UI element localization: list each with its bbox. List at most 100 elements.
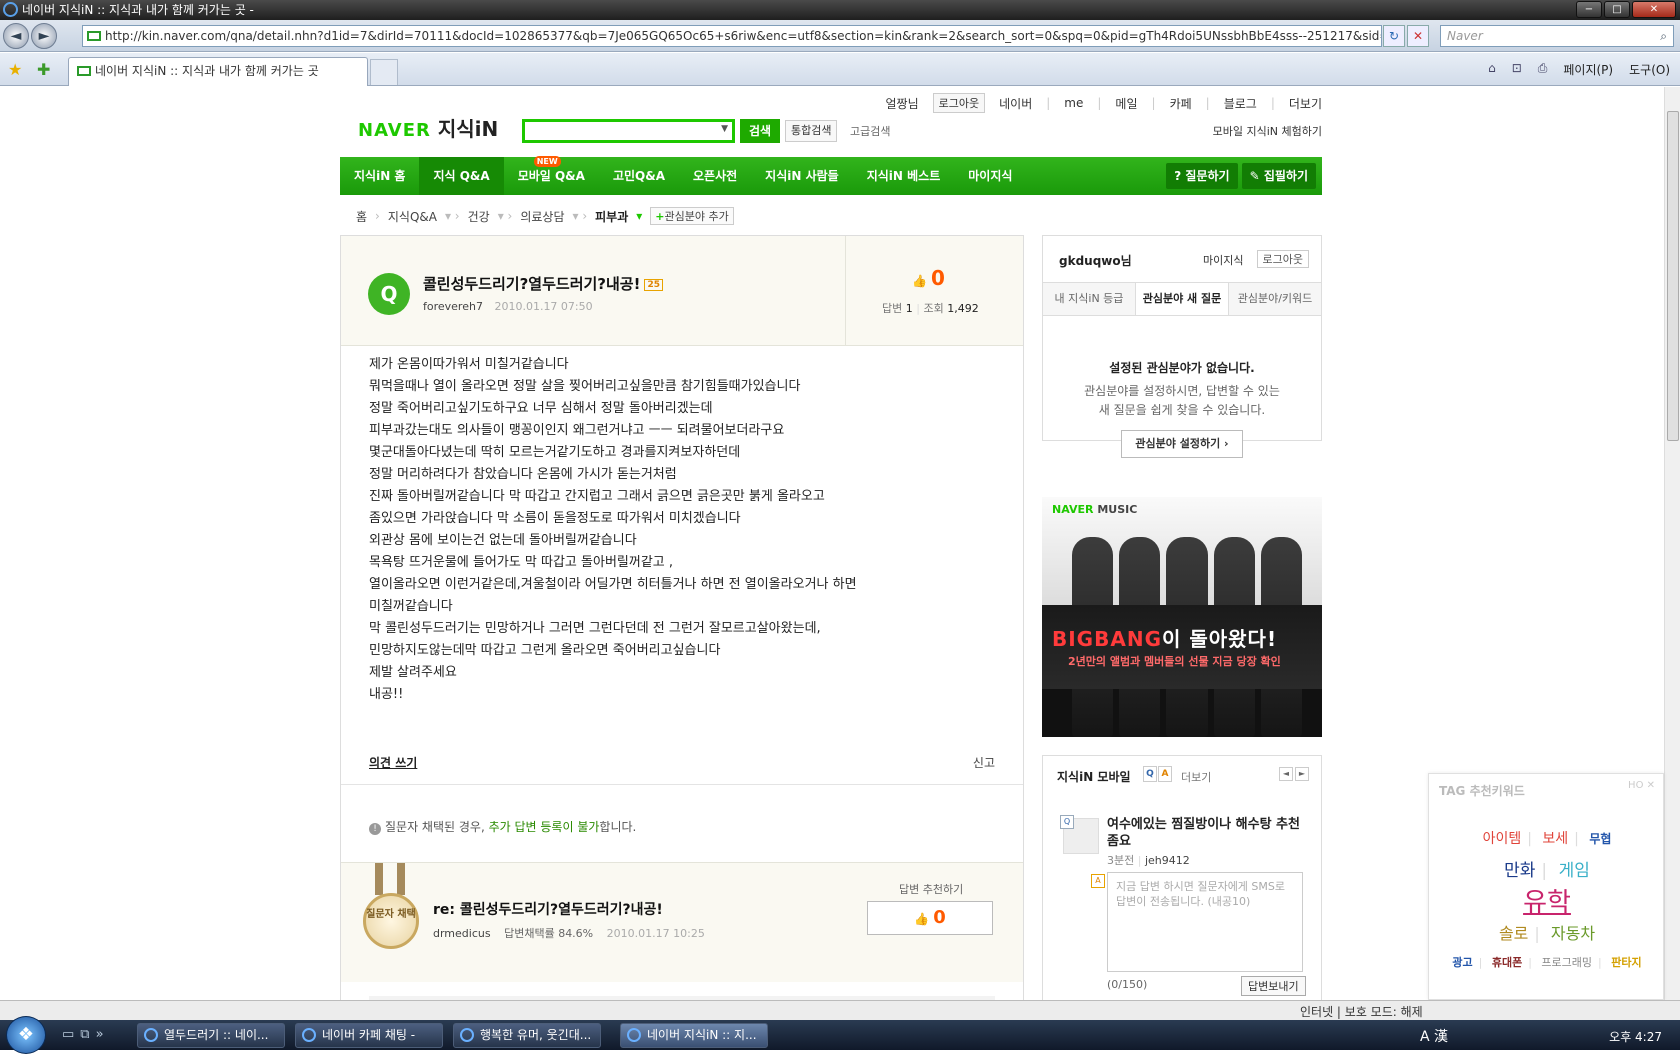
body-line: 민망하지도않는데막 따갑고 그런게 올라오면 죽어버리고싶습니다 xyxy=(369,643,721,658)
forward-button[interactable]: ► xyxy=(31,23,57,49)
tag-keyword[interactable]: 보세 xyxy=(1542,831,1568,847)
tag-keyword[interactable]: 자동차 xyxy=(1551,924,1595,943)
music-ad-banner[interactable]: NAVER MUSIC BIGBANG이 돌아왔다! 2년만의 앨범과 멤버들의… xyxy=(1042,497,1322,737)
address-bar[interactable]: http://kin.naver.com/qna/detail.nhn?d1id… xyxy=(82,25,1382,47)
total-search-button[interactable]: 통합검색 xyxy=(785,120,838,142)
menu-my-kin[interactable]: 마이지식 xyxy=(954,157,1026,195)
taskbar-item[interactable]: 열두드러기 :: 네이... xyxy=(137,1023,285,1048)
question-author[interactable]: forevereh7 xyxy=(423,300,483,313)
breadcrumb-home[interactable]: 홈 xyxy=(356,208,367,225)
mobile-more-link[interactable]: 더보기 xyxy=(1181,769,1211,785)
favorites-star-icon[interactable]: ★ xyxy=(8,60,22,79)
tab-my-grade[interactable]: 내 지식iN 등급 xyxy=(1043,283,1136,315)
tag-keyword[interactable]: 게임 xyxy=(1559,861,1590,881)
answer-author[interactable]: drmedicus xyxy=(433,927,491,940)
browser-search-input[interactable]: Naver ⌕ xyxy=(1440,25,1674,47)
breadcrumb-dermatology[interactable]: 피부과 xyxy=(595,208,628,225)
new-tab-button[interactable] xyxy=(370,59,398,85)
menu-mobile-qa[interactable]: NEW 모바일 Q&A xyxy=(504,156,599,195)
kin-search-input[interactable]: ▼ xyxy=(522,119,735,143)
add-favorite-icon[interactable]: ✚ xyxy=(37,60,50,79)
clock[interactable]: 오후 4:27 xyxy=(1609,1028,1662,1045)
tag-keyword[interactable]: 아이템 xyxy=(1483,831,1522,847)
sidebar-logout-button[interactable]: 로그아웃 xyxy=(1256,250,1309,268)
gnb-link-me[interactable]: me xyxy=(1064,96,1083,110)
menu-kin-home[interactable]: 지식iN 홈 xyxy=(340,157,419,195)
kin-logo[interactable]: NAVER 지식iN xyxy=(358,113,498,142)
back-button[interactable]: ◄ xyxy=(3,23,29,49)
menu-kin-best[interactable]: 지식iN 베스트 xyxy=(853,157,955,195)
tag-keyword[interactable]: 만화 xyxy=(1504,861,1535,881)
tag-keyword[interactable]: 유학 xyxy=(1523,888,1571,918)
gnb-link-cafe[interactable]: 카페 xyxy=(1170,95,1192,112)
gnb-link-blog[interactable]: 블로그 xyxy=(1224,95,1257,112)
notice-text-pre: 질문자 채택된 경우, xyxy=(385,820,489,834)
show-desktop-icon[interactable]: ▭ xyxy=(62,1027,74,1042)
tag-keyword[interactable]: 프로그래밍 xyxy=(1541,956,1592,969)
security-zone[interactable]: 인터넷 | 보호 모드: 해제 xyxy=(1300,1003,1423,1020)
tag-keyword[interactable]: 휴대폰 xyxy=(1492,956,1522,969)
home-icon[interactable]: ⌂ xyxy=(1488,61,1496,78)
tag-keyword[interactable]: 광고 xyxy=(1452,956,1472,969)
taskbar-item[interactable]: 행복한 유머, 웃긴대... xyxy=(453,1023,601,1048)
stop-button[interactable]: ✕ xyxy=(1407,25,1429,47)
my-kin-link[interactable]: 마이지식 xyxy=(1203,252,1243,268)
breadcrumb: 홈 › 지식Q&A ▾ › 건강 ▾ › 의료상담 ▾ › 피부과 ▾ +관심분야 추가 xyxy=(356,207,734,225)
breadcrumb-kin-qa[interactable]: 지식Q&A xyxy=(388,208,437,225)
minimize-button[interactable]: − xyxy=(1576,1,1602,18)
mobile-kin-link[interactable]: 모바일 지식iN 체험하기 xyxy=(1213,123,1322,139)
vertical-scrollbar[interactable] xyxy=(1664,87,1680,1000)
dropdown-icon[interactable]: ▼ xyxy=(721,124,728,134)
gnb-link-mail[interactable]: 메일 xyxy=(1115,95,1137,112)
gnb-user[interactable]: 얼짱님 xyxy=(886,95,919,112)
answer-recommend-button[interactable]: 👍 0 xyxy=(867,901,993,935)
ime-indicator[interactable]: A 漢 xyxy=(1420,1026,1448,1046)
mobile-question-title[interactable]: 여수에있는 찜질방이나 해수탕 추천좀요 xyxy=(1107,816,1307,850)
tag-keyword[interactable]: 무협 xyxy=(1589,832,1611,846)
browser-tab[interactable]: 네이버 지식iN :: 지식과 내가 함께 커가는 곳 xyxy=(68,57,368,86)
next-arrow-icon[interactable]: ► xyxy=(1295,767,1309,781)
search-button[interactable]: 검색 xyxy=(740,119,780,143)
send-answer-button[interactable]: 답변보내기 xyxy=(1241,976,1306,996)
menu-worry-qa[interactable]: 고민Q&A xyxy=(599,157,679,195)
empty-desc-line: 관심분야를 설정하시면, 답변할 수 있는 xyxy=(1084,384,1280,398)
maximize-button[interactable]: □ xyxy=(1604,1,1630,18)
close-window-button[interactable]: ✕ xyxy=(1632,1,1676,18)
page-menu[interactable]: 페이지(P) xyxy=(1563,61,1613,78)
taskbar-item[interactable]: 네이버 카페 채팅 - xyxy=(295,1023,443,1048)
feed-icon[interactable]: ⊡ xyxy=(1512,61,1522,78)
tools-menu[interactable]: 도구(O) xyxy=(1629,61,1670,78)
menu-kin-people[interactable]: 지식iN 사람들 xyxy=(751,157,853,195)
write-opinion-link[interactable]: 의견 쓰기 xyxy=(369,756,417,770)
gnb-link-more[interactable]: 더보기 xyxy=(1289,95,1322,112)
taskbar-item[interactable]: 네이버 지식iN :: 지... xyxy=(620,1023,768,1048)
tab-interest-questions[interactable]: 관심분야 새 질문 xyxy=(1136,283,1229,315)
add-interest-button[interactable]: +관심분야 추가 xyxy=(650,207,734,225)
ask-question-button[interactable]: ? 질문하기 xyxy=(1166,163,1238,189)
scroll-thumb[interactable] xyxy=(1667,111,1679,441)
menu-open-dict[interactable]: 오픈사전 xyxy=(679,157,751,195)
tag-keyword[interactable]: 솔로 xyxy=(1499,924,1528,943)
switch-windows-icon[interactable]: ⧉ xyxy=(80,1027,89,1042)
reply-textarea[interactable]: 지금 답변 하시면 질문자에게 SMS로 답변이 전송됩니다. (내공10) xyxy=(1107,872,1303,972)
tag-keyword[interactable]: 판타지 xyxy=(1611,956,1641,969)
start-button[interactable]: ❖ xyxy=(6,1016,46,1054)
advanced-search-link[interactable]: 고급검색 xyxy=(850,123,890,139)
print-icon[interactable]: ⎙ xyxy=(1538,61,1548,78)
more-icon[interactable]: » xyxy=(96,1027,104,1042)
tab-interest-keywords[interactable]: 관심분야/키워드 xyxy=(1229,283,1321,315)
tag-box-close-icon[interactable]: HO ✕ xyxy=(1628,780,1655,791)
body-line: 몇군대돌아다녔는데 딱히 모르는거같기도하고 경과를지켜보자하던데 xyxy=(369,445,741,460)
write-button[interactable]: ✎ 집필하기 xyxy=(1241,163,1316,189)
breadcrumb-health[interactable]: 건강 xyxy=(468,208,490,225)
set-interest-button[interactable]: 관심분야 설정하기 › xyxy=(1121,430,1243,458)
gnb-logout-button[interactable]: 로그아웃 xyxy=(932,93,986,113)
prev-arrow-icon[interactable]: ◄ xyxy=(1279,767,1293,781)
breadcrumb-medical[interactable]: 의료상담 xyxy=(520,208,564,225)
menu-kin-qa[interactable]: 지식 Q&A xyxy=(419,157,504,195)
gnb-link-naver[interactable]: 네이버 xyxy=(999,95,1032,112)
refresh-button[interactable]: ↻ xyxy=(1383,25,1405,47)
search-icon[interactable]: ⌕ xyxy=(1660,26,1667,46)
recommend-count[interactable]: 👍 0 xyxy=(912,266,945,290)
report-link[interactable]: 신고 xyxy=(973,754,995,771)
